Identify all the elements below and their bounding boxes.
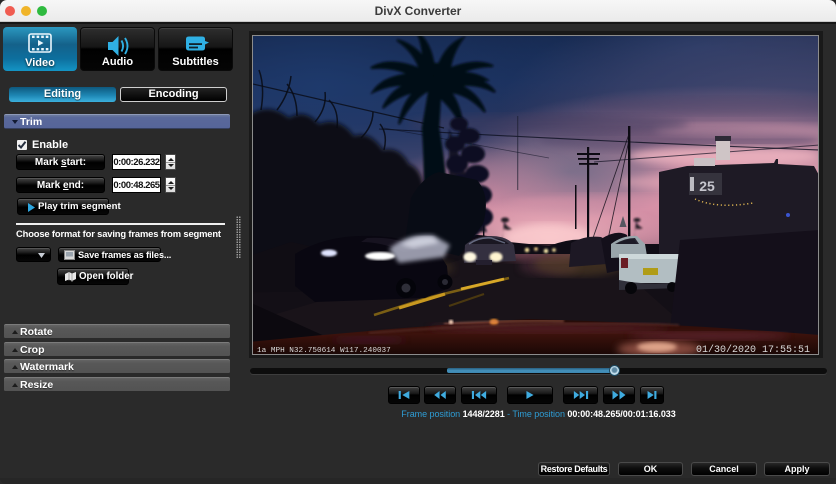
svg-text:1a MPH N32.750614 W117.240037: 1a MPH N32.750614 W117.240037 [257,347,391,354]
svg-text:25: 25 [699,178,715,194]
svg-text:01/30/2020 17:55:51: 01/30/2020 17:55:51 [696,344,810,354]
